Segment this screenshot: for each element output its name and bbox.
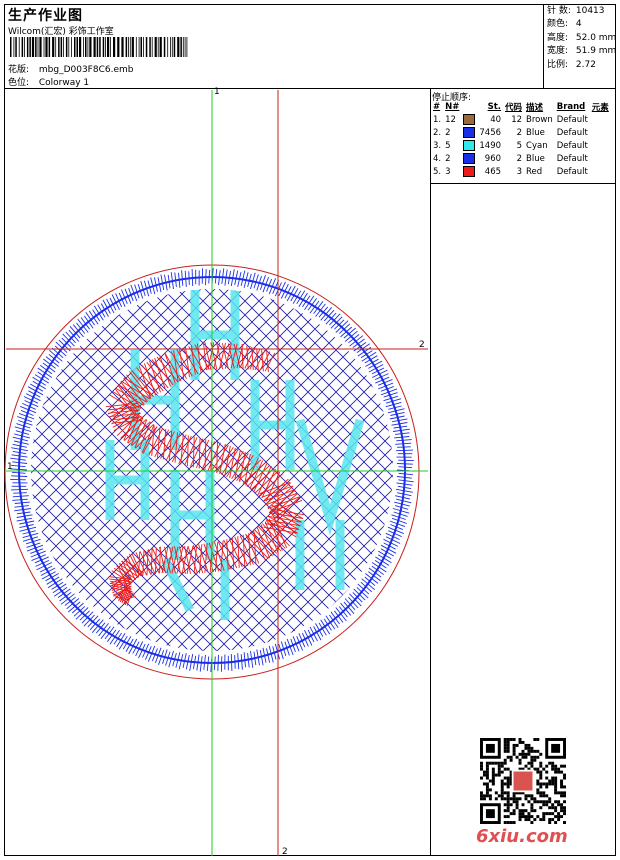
qr-code bbox=[480, 738, 566, 824]
marker-right: 2 bbox=[419, 340, 425, 350]
marker-left: 1 bbox=[7, 462, 13, 472]
marker-top: 1 bbox=[214, 87, 220, 97]
marker-bottom: 2 bbox=[282, 847, 288, 857]
embroidery-design bbox=[4, 90, 428, 856]
watermark-logo: 6xiu.com bbox=[476, 826, 568, 847]
